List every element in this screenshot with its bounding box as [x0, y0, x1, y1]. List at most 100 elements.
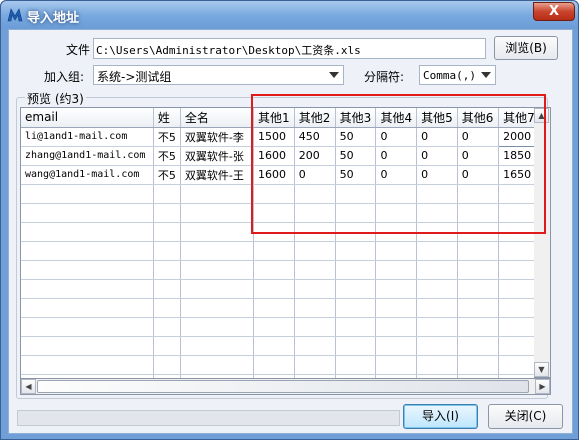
table-cell	[375, 317, 418, 337]
table-cell	[294, 279, 336, 299]
table-cell	[153, 298, 181, 318]
table-cell	[153, 241, 181, 261]
browse-button[interactable]: 浏览(B)	[494, 36, 558, 60]
table-cell[interactable]: li@1and1-mail.com	[21, 127, 154, 147]
table-cell	[457, 241, 500, 261]
table-cell	[416, 317, 458, 337]
table-cell	[21, 279, 154, 299]
table-cell	[416, 336, 458, 356]
table-cell	[153, 260, 181, 280]
table-cell	[335, 355, 377, 375]
import-address-dialog: 导入地址 X 文件 C:\Users\Administrator\Desktop…	[0, 0, 579, 440]
table-cell	[375, 241, 418, 261]
table-cell	[375, 279, 418, 299]
horizontal-scroll-thumb[interactable]	[37, 380, 529, 393]
table-cell	[457, 355, 500, 375]
scroll-down-icon[interactable]: ▼	[534, 362, 549, 377]
table-cell	[153, 336, 181, 356]
table-cell	[21, 241, 154, 261]
table-cell	[375, 298, 418, 318]
table-cell	[375, 260, 418, 280]
table-cell	[180, 241, 254, 261]
table-cell	[153, 184, 181, 204]
column-header[interactable]: email	[21, 108, 154, 128]
table-cell	[180, 260, 254, 280]
table-cell	[294, 298, 336, 318]
import-button[interactable]: 导入(I)	[403, 404, 478, 429]
table-cell	[180, 336, 254, 356]
chevron-down-icon	[329, 72, 339, 78]
file-label: 文件	[66, 43, 91, 57]
empty-table-row	[21, 298, 544, 318]
dialog-body: 文件 C:\Users\Administrator\Desktop\工资条.xl…	[8, 29, 573, 434]
table-cell	[21, 222, 154, 242]
table-cell	[375, 336, 418, 356]
table-cell	[335, 241, 377, 261]
separator-select[interactable]: Comma(,)	[419, 65, 496, 85]
table-cell	[21, 336, 154, 356]
table-cell	[457, 298, 500, 318]
table-cell	[375, 355, 418, 375]
table-cell	[180, 355, 254, 375]
empty-table-row	[21, 260, 544, 280]
separator-select-value: Comma(,)	[423, 69, 476, 82]
table-cell[interactable]: 双翼软件-张	[180, 146, 254, 166]
table-cell	[416, 279, 458, 299]
empty-table-row	[21, 336, 544, 356]
table-cell	[294, 317, 336, 337]
separator-label: 分隔符:	[364, 70, 405, 84]
table-cell[interactable]: 不5	[153, 165, 181, 185]
table-cell	[457, 317, 500, 337]
table-cell	[21, 184, 154, 204]
table-cell	[180, 279, 254, 299]
table-cell	[294, 336, 336, 356]
table-cell	[153, 203, 181, 223]
table-cell[interactable]: 双翼软件-王	[180, 165, 254, 185]
close-button[interactable]: 关闭(C)	[488, 404, 563, 429]
group-select[interactable]: 系统->测试组	[93, 65, 344, 85]
table-cell	[21, 260, 154, 280]
table-cell	[335, 336, 377, 356]
table-cell	[21, 298, 154, 318]
column-header[interactable]: 姓	[153, 108, 181, 128]
table-cell	[416, 355, 458, 375]
table-cell	[253, 241, 295, 261]
table-cell[interactable]: 双翼软件-李	[180, 127, 254, 147]
table-cell[interactable]: zhang@1and1-mail.com	[21, 146, 154, 166]
table-cell	[457, 336, 500, 356]
import-progress-bar	[17, 410, 400, 426]
close-icon: X	[548, 4, 560, 19]
table-cell[interactable]: 不5	[153, 146, 181, 166]
column-header[interactable]: 全名	[180, 108, 254, 128]
empty-table-row	[21, 355, 544, 375]
table-cell	[335, 260, 377, 280]
table-cell	[21, 355, 154, 375]
close-window-button[interactable]: X	[533, 2, 575, 21]
table-cell	[416, 298, 458, 318]
table-cell	[416, 241, 458, 261]
scroll-right-icon[interactable]: ▶	[535, 379, 550, 394]
scroll-left-icon[interactable]: ◀	[21, 379, 36, 394]
preview-title: 预览 (约3)	[25, 90, 86, 107]
app-logo-icon	[7, 8, 23, 22]
table-cell	[153, 317, 181, 337]
table-cell[interactable]: wang@1and1-mail.com	[21, 165, 154, 185]
table-cell	[294, 241, 336, 261]
table-cell	[253, 279, 295, 299]
table-cell	[180, 298, 254, 318]
table-cell	[180, 222, 254, 242]
file-path-input[interactable]: C:\Users\Administrator\Desktop\工资条.xls	[93, 38, 486, 59]
title-bar[interactable]: 导入地址 X	[1, 1, 578, 29]
empty-table-row	[21, 317, 544, 337]
table-cell	[335, 298, 377, 318]
table-cell	[153, 355, 181, 375]
table-cell	[253, 336, 295, 356]
table-cell	[294, 260, 336, 280]
table-cell	[153, 222, 181, 242]
window-title: 导入地址	[27, 11, 80, 26]
table-cell	[253, 355, 295, 375]
table-cell	[335, 317, 377, 337]
table-cell[interactable]: 不5	[153, 127, 181, 147]
horizontal-scrollbar[interactable]: ◀ ▶	[20, 378, 551, 395]
empty-table-row	[21, 279, 544, 299]
